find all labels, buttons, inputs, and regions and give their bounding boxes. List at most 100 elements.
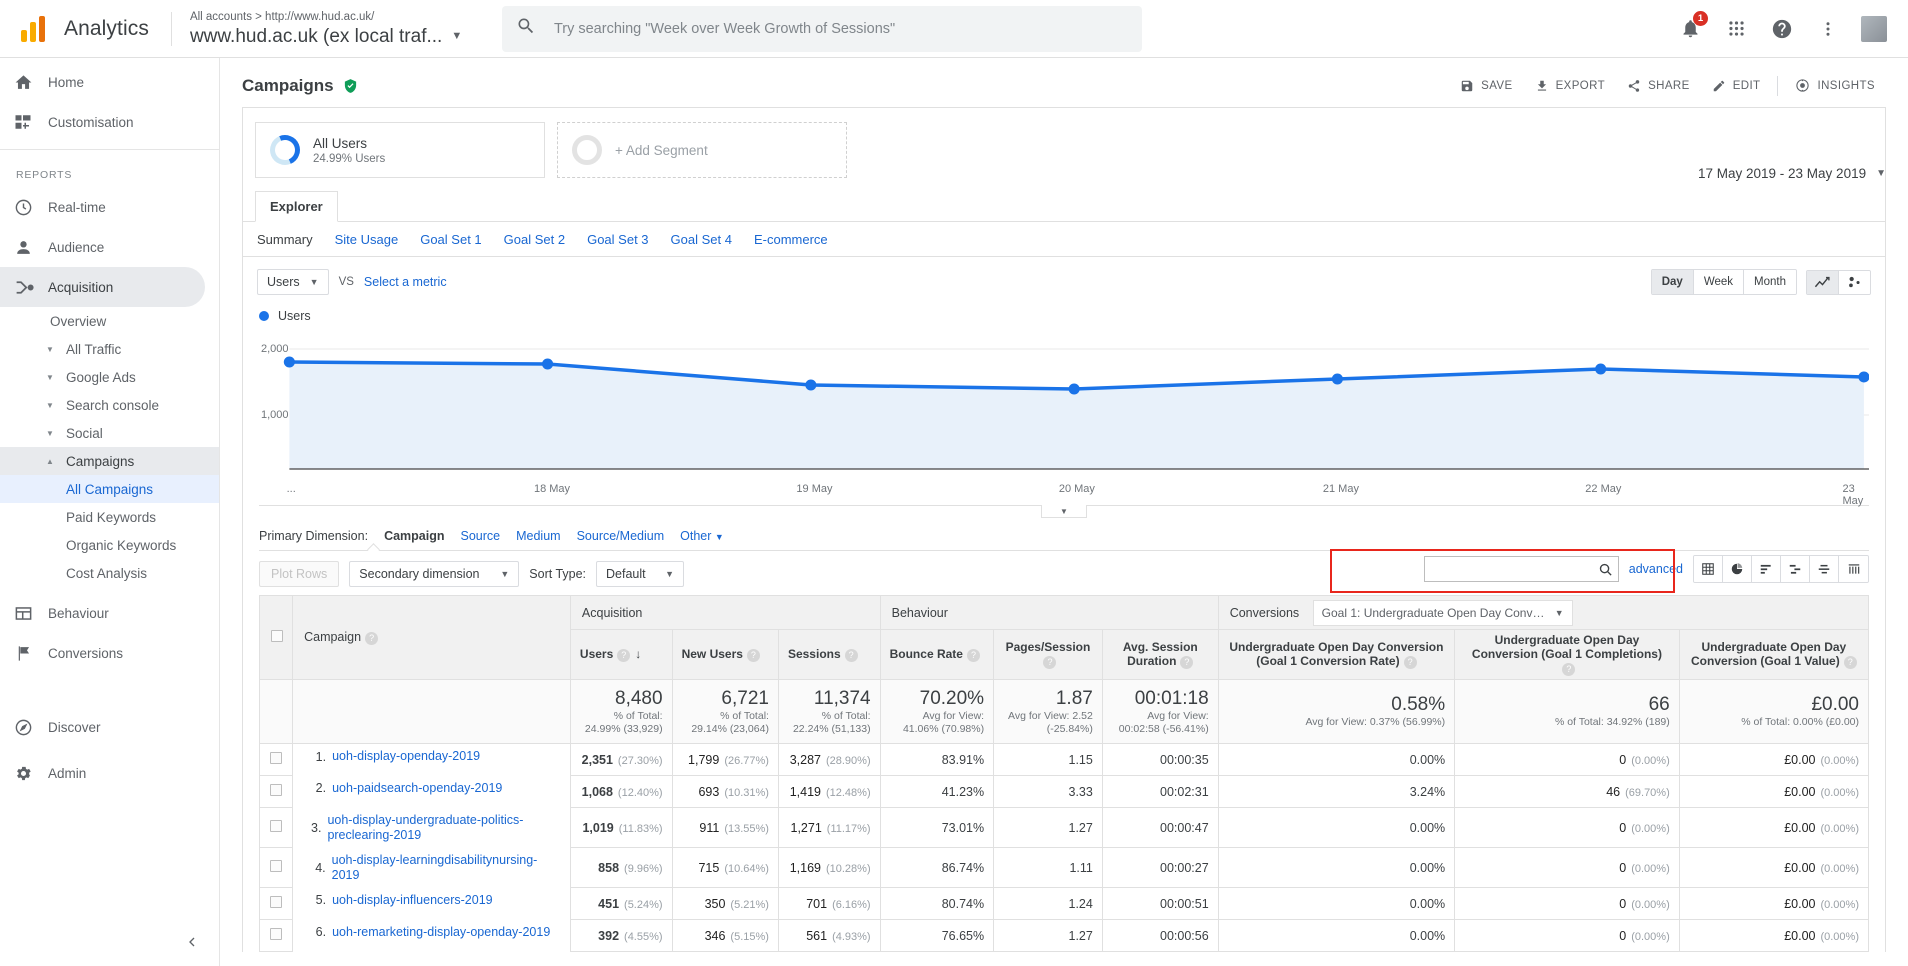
- sidebar-item-google-ads[interactable]: ▼ Google Ads: [0, 363, 219, 391]
- help-icon[interactable]: ?: [1562, 662, 1576, 676]
- table-row[interactable]: 1. uoh-display-openday-2019 2,351 (27.30%…: [258, 743, 1870, 776]
- column-header-goal1-value[interactable]: Undergraduate Open Day Conversion (Goal …: [1678, 629, 1870, 680]
- column-header-new-users[interactable]: New Users?: [671, 629, 779, 680]
- sidebar-item-search-console[interactable]: ▼ Search console: [0, 391, 219, 419]
- tab-goal-set-4[interactable]: Goal Set 4: [671, 232, 732, 247]
- table-row[interactable]: 5. uoh-display-influencers-2019 451 (5.24…: [258, 887, 1870, 920]
- pivot-view-icon[interactable]: [1839, 556, 1868, 582]
- sidebar-item-behaviour[interactable]: Behaviour: [0, 593, 205, 633]
- column-header-avg-session-duration[interactable]: Avg. Session Duration?: [1101, 629, 1219, 680]
- account-selector[interactable]: All accounts > http://www.hud.ac.uk/ www…: [190, 10, 480, 48]
- sidebar-item-cost-analysis[interactable]: Cost Analysis: [0, 559, 219, 587]
- sidebar-item-campaigns[interactable]: ▲ Campaigns: [0, 447, 219, 475]
- line-chart-icon[interactable]: [1807, 270, 1839, 294]
- row-checkbox[interactable]: [270, 784, 283, 796]
- help-icon[interactable]: ?: [844, 648, 858, 662]
- pie-view-icon[interactable]: [1723, 556, 1752, 582]
- help-icon[interactable]: ?: [746, 648, 760, 662]
- granularity-day[interactable]: Day: [1651, 270, 1694, 294]
- primary-dimension-other[interactable]: Other ▼: [680, 529, 724, 543]
- table-search[interactable]: [1423, 556, 1619, 582]
- row-select-cell[interactable]: [258, 919, 294, 952]
- insights-button[interactable]: INSIGHTS: [1784, 72, 1886, 99]
- granularity-week[interactable]: Week: [1693, 270, 1745, 294]
- conversion-goal-select[interactable]: Goal 1: Undergraduate Open Day Conversio…: [1312, 599, 1573, 626]
- bar-view-icon[interactable]: [1752, 556, 1781, 582]
- chart-expander-button[interactable]: ▼: [1041, 505, 1087, 518]
- secondary-dimension-select[interactable]: Secondary dimension ▼: [349, 561, 520, 587]
- primary-dimension-medium[interactable]: Medium: [516, 529, 560, 543]
- sidebar-item-conversions[interactable]: Conversions: [0, 633, 205, 673]
- help-button[interactable]: [1762, 9, 1802, 49]
- sidebar-item-all-traffic[interactable]: ▼ All Traffic: [0, 335, 219, 363]
- table-row[interactable]: 3. uoh-display-undergraduate-politics-pr…: [258, 807, 1870, 848]
- search-input[interactable]: [551, 19, 1128, 38]
- comparison-view-icon[interactable]: [1810, 556, 1839, 582]
- row-select-cell[interactable]: [258, 743, 294, 776]
- notifications-button[interactable]: 1: [1670, 9, 1710, 49]
- sidebar-item-discover[interactable]: Discover: [0, 707, 205, 747]
- row-checkbox[interactable]: [270, 928, 283, 940]
- table-row[interactable]: 6. uoh-remarketing-display-openday-2019 …: [258, 919, 1870, 952]
- date-range-picker[interactable]: 17 May 2019 - 23 May 2019 ▼: [1698, 166, 1886, 181]
- campaign-link[interactable]: uoh-display-openday-2019: [332, 749, 480, 764]
- sidebar-item-audience[interactable]: Audience: [0, 227, 205, 267]
- add-segment-button[interactable]: + Add Segment: [557, 122, 847, 178]
- segment-all-users[interactable]: All Users 24.99% Users: [255, 122, 545, 178]
- help-icon[interactable]: ?: [1403, 655, 1417, 669]
- tab-summary[interactable]: Summary: [257, 232, 313, 247]
- sidebar-item-acquisition[interactable]: Acquisition: [0, 267, 205, 307]
- sidebar-item-overview[interactable]: Overview: [0, 307, 219, 335]
- row-checkbox[interactable]: [270, 752, 283, 764]
- column-header-users[interactable]: Users? ↓: [569, 629, 673, 680]
- primary-dimension-source[interactable]: Source: [461, 529, 501, 543]
- motion-chart-icon[interactable]: [1839, 270, 1870, 294]
- tab-explorer[interactable]: Explorer: [255, 191, 338, 222]
- help-icon[interactable]: ?: [966, 648, 980, 662]
- sidebar-item-paid-keywords[interactable]: Paid Keywords: [0, 503, 219, 531]
- row-checkbox[interactable]: [270, 860, 283, 872]
- sidebar-item-home[interactable]: Home: [0, 62, 205, 102]
- edit-button[interactable]: EDIT: [1701, 73, 1772, 99]
- campaign-link[interactable]: uoh-display-learningdisabilitynursing-20…: [332, 853, 561, 883]
- table-row[interactable]: 2. uoh-paidsearch-openday-2019 1,068 (12.…: [258, 775, 1870, 808]
- advanced-search-link[interactable]: advanced: [1629, 562, 1683, 576]
- column-header-sessions[interactable]: Sessions?: [777, 629, 881, 680]
- sidebar-item-customisation[interactable]: Customisation: [0, 102, 205, 142]
- metric-select[interactable]: Users ▼: [257, 269, 329, 295]
- row-select-cell[interactable]: [258, 775, 294, 808]
- row-checkbox[interactable]: [270, 896, 283, 908]
- help-icon[interactable]: ?: [1043, 655, 1057, 669]
- row-select-cell[interactable]: [258, 847, 294, 888]
- avatar[interactable]: [1854, 9, 1894, 49]
- column-header-bounce-rate[interactable]: Bounce Rate?: [879, 629, 995, 680]
- collapse-sidebar-button[interactable]: [176, 926, 208, 958]
- column-header-goal1-completions[interactable]: Undergraduate Open Day Conversion (Goal …: [1454, 629, 1680, 680]
- save-button[interactable]: SAVE: [1449, 73, 1523, 99]
- export-button[interactable]: EXPORT: [1524, 73, 1616, 99]
- share-button[interactable]: SHARE: [1616, 73, 1701, 99]
- sidebar-item-organic-keywords[interactable]: Organic Keywords: [0, 531, 219, 559]
- apps-grid-button[interactable]: [1716, 9, 1756, 49]
- sidebar-item-social[interactable]: ▼ Social: [0, 419, 219, 447]
- column-header-goal1-conversion-rate[interactable]: Undergraduate Open Day Conversion (Goal …: [1217, 629, 1456, 680]
- row-checkbox[interactable]: [270, 820, 283, 832]
- tab-goal-set-3[interactable]: Goal Set 3: [587, 232, 648, 247]
- sidebar-item-admin[interactable]: Admin: [0, 753, 205, 793]
- column-header-pages-session[interactable]: Pages/Session?: [993, 629, 1103, 680]
- more-options-button[interactable]: [1808, 9, 1848, 49]
- primary-dimension-campaign[interactable]: Campaign: [384, 529, 444, 543]
- campaign-link[interactable]: uoh-paidsearch-openday-2019: [332, 781, 502, 796]
- sidebar-item-real-time[interactable]: Real-time: [0, 187, 205, 227]
- dimension-header[interactable]: Campaign?: [292, 595, 571, 680]
- granularity-month[interactable]: Month: [1744, 270, 1796, 294]
- tab-ecommerce[interactable]: E-commerce: [754, 232, 828, 247]
- sidebar-item-all-campaigns[interactable]: All Campaigns: [0, 475, 219, 503]
- help-icon[interactable]: ?: [1180, 655, 1194, 669]
- tab-goal-set-2[interactable]: Goal Set 2: [504, 232, 565, 247]
- sort-type-select[interactable]: Default ▼: [596, 561, 685, 587]
- global-search[interactable]: [501, 5, 1142, 52]
- campaign-link[interactable]: uoh-display-influencers-2019: [332, 893, 493, 908]
- select-a-metric-link[interactable]: Select a metric: [364, 275, 447, 289]
- campaign-link[interactable]: uoh-remarketing-display-openday-2019: [332, 925, 550, 940]
